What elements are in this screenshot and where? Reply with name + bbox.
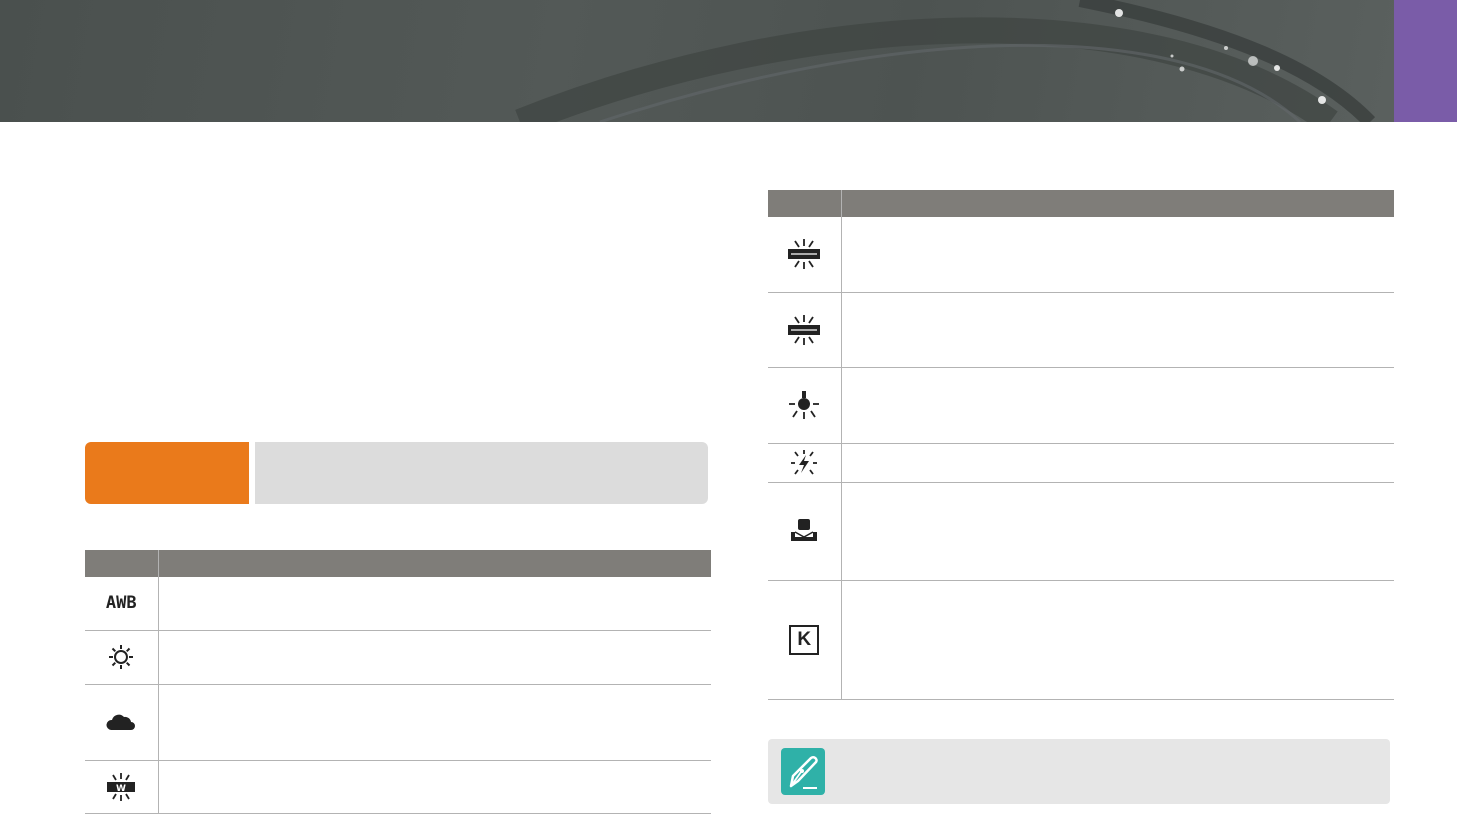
pen-note-icon: [781, 748, 825, 795]
white-balance-table-right: K: [768, 190, 1394, 700]
table-row: K: [768, 580, 1394, 700]
column-header-description: [841, 190, 1394, 217]
row-description: [841, 482, 1394, 581]
table-row: W: [85, 760, 711, 814]
row-description: [158, 577, 711, 631]
table-header-row: [85, 550, 711, 577]
table-row: [768, 482, 1394, 581]
svg-text:W: W: [116, 784, 126, 794]
fluorescent-nw-icon: [768, 217, 842, 293]
table-row: [768, 217, 1394, 293]
row-description: [158, 760, 711, 814]
cloudy-icon: [85, 684, 159, 761]
white-balance-table-left: AWB W: [85, 550, 711, 814]
page-header-banner: [0, 0, 1394, 122]
table-row: [768, 443, 1394, 483]
table-row: [768, 367, 1394, 444]
callout-label-box: [85, 442, 249, 504]
table-row: [768, 292, 1394, 368]
awb-icon: AWB: [85, 577, 159, 631]
custom-set-icon: [768, 482, 842, 581]
tungsten-icon: [768, 367, 842, 444]
column-header-description: [158, 550, 711, 577]
fluorescent-white-icon: W: [85, 760, 159, 814]
row-description: [841, 292, 1394, 368]
column-header-icon: [85, 550, 159, 577]
row-description: [841, 443, 1394, 483]
row-description: [841, 217, 1394, 293]
flash-wb-icon: [768, 443, 842, 483]
table-row: [85, 684, 711, 761]
table-header-row: [768, 190, 1394, 217]
lens-decoration: [515, 0, 1376, 122]
row-description: [158, 684, 711, 761]
chapter-tab[interactable]: [1394, 0, 1457, 122]
table-row: AWB: [85, 577, 711, 631]
color-temperature-k-icon: K: [768, 580, 842, 700]
note-box: [768, 739, 1390, 804]
row-description: [158, 630, 711, 685]
column-header-icon: [768, 190, 842, 217]
daylight-sun-icon: [85, 630, 159, 685]
callout-text-box: [255, 442, 708, 504]
table-row: [85, 630, 711, 685]
row-description: [841, 580, 1394, 700]
row-description: [841, 367, 1394, 444]
fluorescent-d-icon: [768, 292, 842, 368]
